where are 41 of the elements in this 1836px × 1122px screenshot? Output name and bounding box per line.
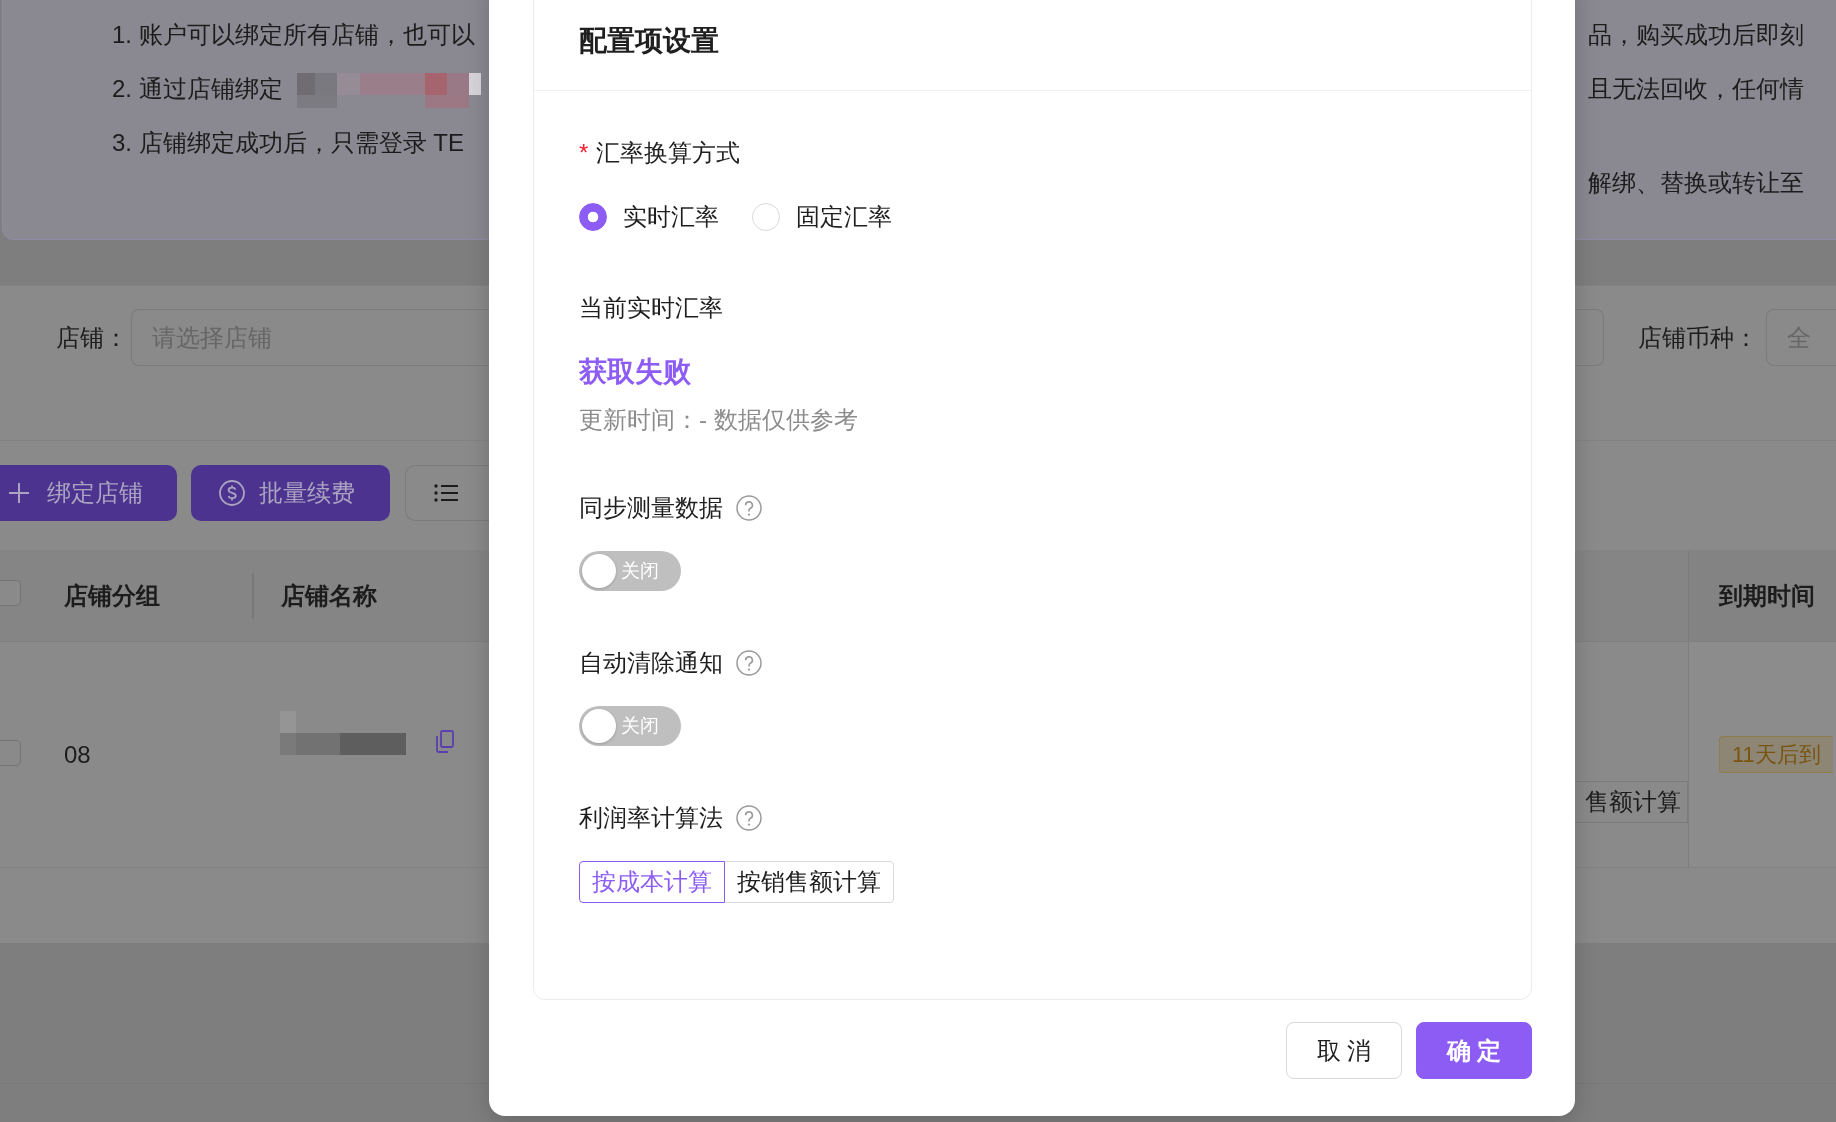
knob-icon — [582, 709, 616, 743]
dollar-coin-icon — [219, 480, 245, 506]
form-label: 汇率换算方式 — [596, 138, 741, 168]
notice-text: 品，购买成功后即刻 — [1588, 20, 1804, 50]
list-button[interactable] — [405, 465, 489, 521]
knob-icon — [582, 554, 616, 588]
radio-label[interactable]: 固定汇率 — [796, 201, 892, 233]
form-label: 当前实时汇率 — [579, 293, 723, 323]
column-header: 店铺名称 — [281, 580, 377, 611]
status-tag: 11天后到 — [1719, 736, 1833, 773]
radio-button[interactable] — [579, 203, 607, 231]
notice-text: 解绑、替换或转让至 — [1588, 168, 1804, 198]
confirm-button[interactable]: 确 定 — [1416, 1022, 1532, 1079]
filter-label: 店铺币种： — [1638, 322, 1758, 353]
filter-label: 店铺： — [56, 322, 128, 353]
form-label: 自动清除通知 — [579, 648, 723, 678]
bind-store-button[interactable]: 绑定店铺 — [0, 465, 177, 521]
required-mark: * — [579, 139, 589, 167]
list-icon — [434, 483, 458, 503]
table-cell-text: 08 — [64, 740, 92, 769]
help-icon[interactable] — [736, 495, 762, 521]
help-icon[interactable] — [736, 650, 762, 676]
update-note: 更新时间：- 数据仅供参考 — [579, 405, 859, 435]
notice-text: 2. 通过店铺绑定 — [112, 74, 283, 104]
notice-text: 3. 店铺绑定成功后，只需登录 TE — [112, 128, 465, 158]
notice-text: 且无法回收，任何情 — [1588, 74, 1804, 104]
segment-option[interactable]: 按销售额计算 — [724, 861, 894, 903]
column-header: 店铺分组 — [64, 580, 161, 611]
form-label: 同步测量数据 — [579, 493, 723, 523]
dialog-title: 配置项设置 — [579, 24, 720, 58]
plus-icon — [9, 483, 29, 503]
form-label: 利润率计算法 — [579, 803, 723, 833]
radio-label[interactable]: 实时汇率 — [623, 201, 719, 233]
help-icon[interactable] — [736, 805, 762, 831]
notice-text: 1. 账户可以绑定所有店铺，也可以 — [112, 20, 475, 50]
segment-option[interactable]: 按成本计算 — [579, 861, 725, 903]
cancel-button[interactable]: 取 消 — [1286, 1022, 1402, 1079]
rate-value: 获取失败 — [579, 355, 692, 389]
batch-renew-button[interactable]: 批量续费 — [191, 465, 390, 521]
column-header: 到期时间 — [1719, 580, 1815, 611]
copy-icon[interactable] — [436, 729, 454, 753]
